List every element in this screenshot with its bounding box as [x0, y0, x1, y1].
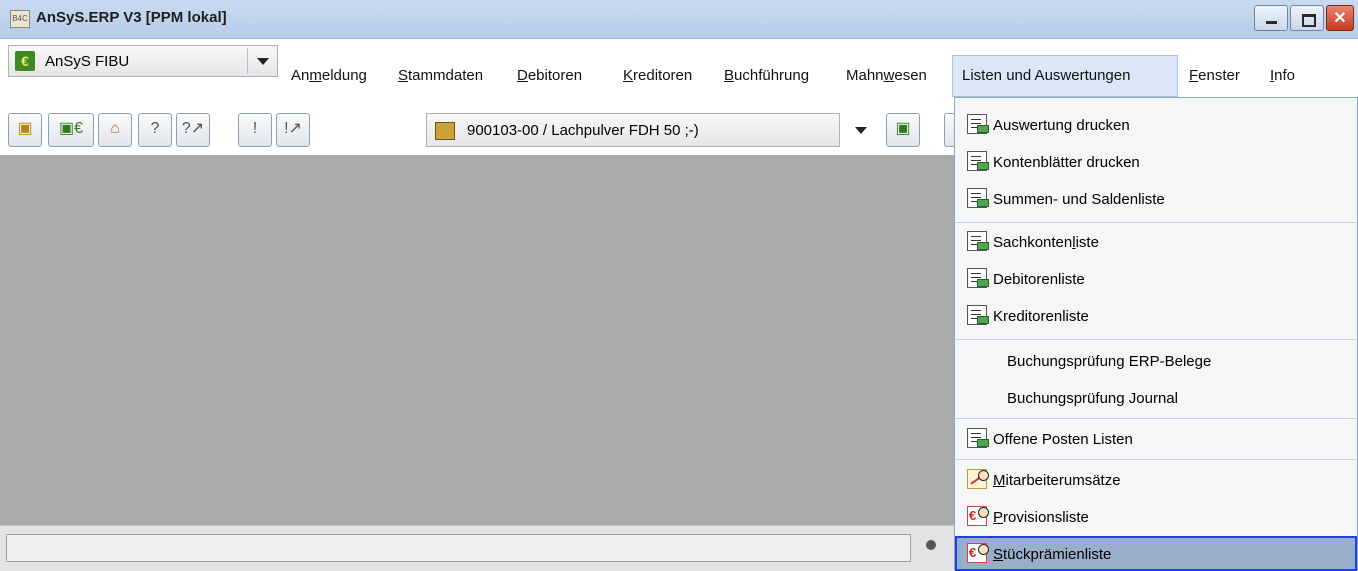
minimize-icon — [1266, 21, 1277, 24]
menu-item-auswertung-drucken[interactable]: Auswertung drucken — [955, 107, 1357, 144]
menu-buchfuehrung[interactable]: Buchführung — [724, 67, 809, 84]
list-print-icon — [967, 231, 989, 251]
menu-item-buchungspruefung-erp[interactable]: Buchungsprüfung ERP-Belege — [955, 343, 1357, 380]
menu-separator — [955, 222, 1357, 223]
menu-mahnwesen[interactable]: Mahnwesen — [846, 67, 927, 84]
menu-listen-und-auswertungen[interactable]: Listen und Auswertungen — [962, 67, 1130, 84]
menu-anmeldung[interactable]: Anmeldung — [291, 67, 367, 84]
help-arrow-icon: ?↗ — [181, 120, 205, 137]
home-button[interactable]: ⌂ — [98, 113, 132, 147]
status-indicator-icon — [926, 540, 936, 550]
menu-item-kontenblaetter-drucken[interactable]: Kontenblätter drucken — [955, 144, 1357, 181]
help-arrow-button[interactable]: ?↗ — [176, 113, 210, 147]
menu-separator — [955, 418, 1357, 419]
menu-fenster[interactable]: Fenster — [1189, 67, 1240, 84]
info-icon: ! — [252, 120, 258, 137]
info-button[interactable]: ! — [238, 113, 272, 147]
cube-icon — [435, 122, 455, 140]
help-icon: ? — [150, 120, 160, 137]
cube-button[interactable]: ▣ — [8, 113, 42, 147]
sales-chart-icon — [967, 469, 989, 489]
menu-item-offene-posten[interactable]: Offene Posten Listen — [955, 421, 1357, 458]
menu-item-buchungspruefung-journal[interactable]: Buchungsprüfung Journal — [955, 380, 1357, 417]
cube-euro-button[interactable]: ▣€ — [48, 113, 94, 147]
menu-kreditoren[interactable]: Kreditoren — [623, 67, 692, 84]
list-print-icon — [967, 151, 989, 171]
menu-item-summen-saldenliste[interactable]: Summen- und Saldenliste — [955, 181, 1357, 218]
menu-item-provisionsliste[interactable]: € Provisionsliste — [955, 499, 1357, 536]
chevron-down-icon — [855, 127, 867, 134]
euro-person-icon: € — [967, 506, 989, 526]
list-print-icon — [967, 114, 989, 134]
person-icon — [978, 544, 989, 555]
info-arrow-button[interactable]: !↗ — [276, 113, 310, 147]
menu-item-sachkontenliste[interactable]: Sachkontenliste — [955, 224, 1357, 261]
info-arrow-icon: !↗ — [284, 120, 302, 137]
window-title: AnSyS.ERP V3 [PPM lokal] — [36, 9, 227, 26]
module-selector-value: AnSyS FIBU — [45, 53, 130, 70]
euro-icon: € — [15, 51, 35, 71]
menu-stammdaten[interactable]: Stammdaten — [398, 67, 483, 84]
menu-item-stueckpraemienliste[interactable]: € Stückprämienliste — [955, 536, 1357, 571]
status-field — [6, 534, 911, 562]
combo-divider — [247, 48, 248, 74]
list-print-icon — [967, 428, 989, 448]
menu-info[interactable]: Info — [1270, 67, 1295, 84]
menu-item-debitorenliste[interactable]: Debitorenliste — [955, 261, 1357, 298]
cube-icon: ▣ — [17, 120, 33, 137]
record-open-button[interactable]: ▣ — [886, 113, 920, 147]
menu-separator — [955, 339, 1357, 340]
menu-item-kreditorenliste[interactable]: Kreditorenliste — [955, 298, 1357, 335]
record-selector-value: 900103-00 / Lachpulver FDH 50 ;-) — [467, 122, 699, 139]
euro-person-icon: € — [967, 543, 989, 563]
close-icon: ✕ — [1333, 10, 1347, 27]
menu-item-mitarbeiterumsaetze[interactable]: Mitarbeiterumsätze — [955, 462, 1357, 499]
title-bar: B4C AnSyS.ERP V3 [PPM lokal] ✕ — [0, 0, 1358, 39]
list-print-icon — [967, 268, 989, 288]
home-icon: ⌂ — [110, 120, 120, 137]
list-print-icon — [967, 305, 989, 325]
list-print-icon — [967, 188, 989, 208]
maximize-button[interactable] — [1290, 5, 1324, 31]
record-selector[interactable]: 900103-00 / Lachpulver FDH 50 ;-) — [426, 113, 840, 147]
module-selector[interactable]: € AnSyS FIBU — [8, 45, 278, 77]
chevron-down-icon[interactable] — [257, 58, 269, 65]
menu-debitoren[interactable]: Debitoren — [517, 67, 582, 84]
maximize-icon — [1302, 14, 1316, 27]
minimize-button[interactable] — [1254, 5, 1288, 31]
help-button[interactable]: ? — [138, 113, 172, 147]
close-button[interactable]: ✕ — [1326, 5, 1354, 31]
record-selector-dropdown[interactable] — [846, 113, 876, 147]
person-icon — [978, 507, 989, 518]
app-icon: B4C — [10, 10, 30, 28]
cube-window-icon: ▣ — [895, 120, 911, 137]
listen-dropdown-menu: Auswertung drucken Kontenblätter drucken… — [954, 97, 1358, 571]
person-icon — [978, 470, 989, 481]
menu-separator — [955, 459, 1357, 460]
cube-euro-icon: ▣€ — [58, 120, 83, 137]
